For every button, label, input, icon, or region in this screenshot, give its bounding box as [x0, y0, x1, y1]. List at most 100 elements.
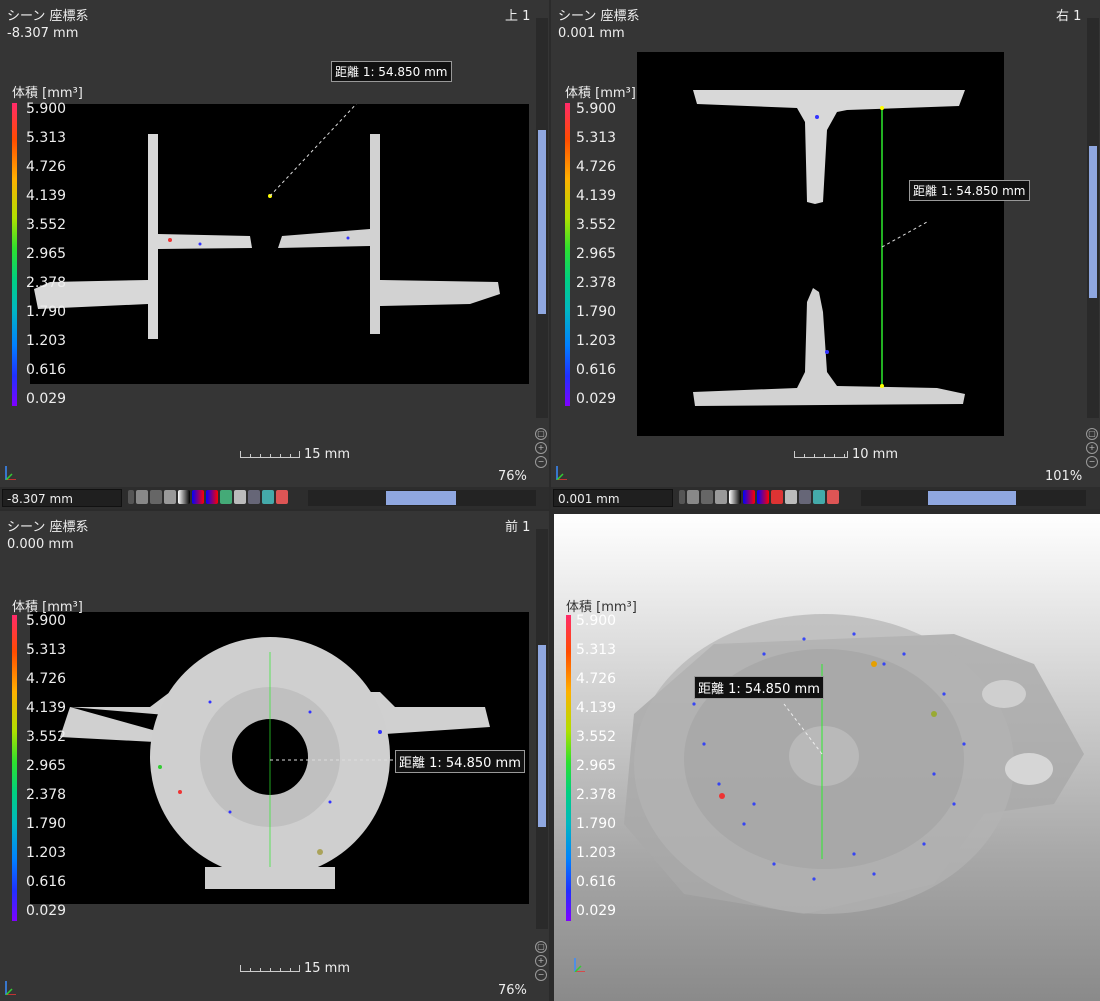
legend-value: 1.790: [26, 816, 67, 832]
legend-value: 2.378: [26, 275, 67, 291]
distance-measurement-label[interactable]: 距離 1: 54.850 mm: [909, 180, 1030, 201]
curve-icon[interactable]: [220, 490, 232, 504]
color-ramp-icon[interactable]: [743, 490, 755, 504]
split-icon[interactable]: [757, 490, 769, 504]
slice-view[interactable]: [637, 52, 1004, 436]
legend-value: 5.313: [576, 642, 617, 658]
vertical-scrollbar[interactable]: [1087, 18, 1099, 418]
undo-icon[interactable]: [164, 490, 176, 504]
spin-icon[interactable]: [679, 490, 685, 504]
camera-icon[interactable]: [150, 490, 162, 504]
slice-tools: [128, 490, 288, 506]
split-icon[interactable]: [206, 490, 218, 504]
legend-value: 1.203: [26, 333, 67, 349]
legend-value: 1.203: [576, 333, 617, 349]
viewport-right[interactable]: シーン 座標系 0.001 mm 右 1 距離 1: 54.850 mm 体積 …: [551, 0, 1100, 487]
spin-icon[interactable]: [128, 490, 134, 504]
view-name: 右 1: [1056, 9, 1082, 24]
viewport-front[interactable]: シーン 座標系 0.000 mm 前 1 距離 1: 54.850 mm 体積 …: [0, 511, 549, 1001]
legend-title: 体積 [mm³]: [565, 86, 636, 101]
legend-value: 3.552: [576, 217, 617, 233]
legend-value: 0.616: [26, 874, 67, 890]
slice-tools: [679, 490, 839, 506]
fit-view-icon[interactable]: ▢: [1086, 428, 1098, 440]
pin-icon[interactable]: [136, 490, 148, 504]
scrollbar-thumb[interactable]: [386, 491, 456, 505]
angle-tool-icon[interactable]: [262, 490, 274, 504]
legend-title: 体積 [mm³]: [12, 86, 83, 101]
legend-value: 0.029: [576, 903, 617, 919]
legend-value: 1.790: [576, 816, 617, 832]
legend-color-bar: [566, 615, 571, 921]
axis-triad-icon: [556, 466, 567, 480]
angle-tool-icon[interactable]: [813, 490, 825, 504]
vertical-scrollbar[interactable]: [536, 529, 548, 929]
zoom-in-icon[interactable]: +: [535, 442, 547, 454]
slice-toolbar-right: 0.001 mm: [551, 487, 1100, 509]
scale-ruler: [240, 965, 300, 972]
distance-measurement-label[interactable]: 距離 1: 54.850 mm: [694, 676, 824, 699]
scale-ruler: [794, 451, 848, 458]
vertical-scrollbar[interactable]: [536, 18, 548, 418]
color-ramp-icon[interactable]: [192, 490, 204, 504]
clear-icon[interactable]: [827, 490, 839, 504]
view-name: 上 1: [505, 9, 531, 24]
pin-icon[interactable]: [687, 490, 699, 504]
scrollbar-thumb[interactable]: [1089, 146, 1097, 298]
contrast-icon[interactable]: [729, 490, 741, 504]
viewport-3d[interactable]: 距離 1: 54.850 mm 体積 [mm³] 5.900 5.313 4.7…: [554, 514, 1100, 1001]
slice-position-input[interactable]: -8.307 mm: [2, 489, 122, 507]
ruler-icon[interactable]: [785, 490, 797, 504]
legend-value: 2.378: [576, 787, 617, 803]
contrast-icon[interactable]: [178, 490, 190, 504]
legend-color-bar: [12, 615, 17, 921]
scale-bar: 15 mm: [240, 447, 350, 462]
distance-measurement-label[interactable]: 距離 1: 54.850 mm: [395, 750, 525, 773]
legend-value: 5.313: [26, 642, 67, 658]
scale-bar: 10 mm: [794, 447, 898, 462]
legend-value: 3.552: [26, 217, 67, 233]
legend-value: 5.900: [26, 613, 67, 629]
legend-value: 0.029: [26, 391, 67, 407]
legend-value: 5.900: [576, 101, 617, 117]
ruler-icon[interactable]: [234, 490, 246, 504]
legend-value: 5.313: [26, 130, 67, 146]
zoom-out-icon[interactable]: −: [1086, 456, 1098, 468]
zoom-out-icon[interactable]: −: [535, 456, 547, 468]
slice-view[interactable]: [30, 104, 529, 384]
legend-value: 4.726: [576, 671, 617, 687]
distance-measurement-label[interactable]: 距離 1: 54.850 mm: [331, 61, 452, 82]
legend-value: 2.965: [576, 246, 617, 262]
horizontal-scrollbar[interactable]: [308, 490, 536, 506]
legend-value: 3.552: [576, 729, 617, 745]
legend-value: 4.139: [26, 700, 67, 716]
slice-position-input[interactable]: 0.001 mm: [553, 489, 673, 507]
axis-triad-icon: [5, 981, 16, 995]
clear-icon[interactable]: [276, 490, 288, 504]
scale-label: 15 mm: [304, 447, 351, 462]
zoom-in-icon[interactable]: +: [535, 955, 547, 967]
red-marker-icon[interactable]: [771, 490, 783, 504]
line-tool-icon[interactable]: [799, 490, 811, 504]
fit-view-icon[interactable]: ▢: [535, 428, 547, 440]
fit-view-icon[interactable]: ▢: [535, 941, 547, 953]
scrollbar-thumb[interactable]: [538, 645, 546, 827]
scale-label: 10 mm: [852, 447, 899, 462]
camera-icon[interactable]: [701, 490, 713, 504]
scrollbar-thumb[interactable]: [538, 130, 546, 314]
viewport-top[interactable]: シーン 座標系 -8.307 mm 上 1 距離 1: 54.850 mm 体積…: [0, 0, 549, 487]
zoom-out-icon[interactable]: −: [535, 969, 547, 981]
scrollbar-thumb[interactable]: [928, 491, 1016, 505]
line-tool-icon[interactable]: [248, 490, 260, 504]
zoom-in-icon[interactable]: +: [1086, 442, 1098, 454]
legend-value: 1.790: [576, 304, 617, 320]
legend-value: 0.029: [26, 903, 67, 919]
legend-value: 3.552: [26, 729, 67, 745]
zoom-level: 101%: [1045, 469, 1083, 484]
slice-position-value: 0.000 mm: [7, 537, 74, 552]
slice-position-value: -8.307 mm: [7, 26, 79, 41]
undo-icon[interactable]: [715, 490, 727, 504]
horizontal-scrollbar[interactable]: [861, 490, 1086, 506]
legend-value: 0.029: [576, 391, 617, 407]
legend-value: 2.378: [26, 787, 67, 803]
